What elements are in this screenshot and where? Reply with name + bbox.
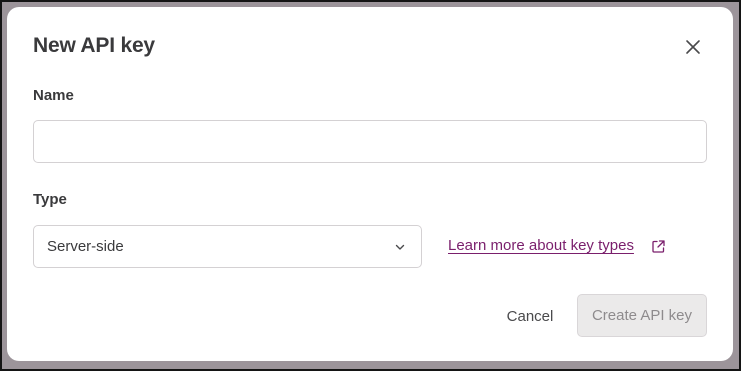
- name-label: Name: [33, 87, 74, 104]
- type-select-value: Server-side: [47, 238, 124, 255]
- dialog-title: New API key: [33, 34, 155, 57]
- new-api-key-dialog: New API key Name Type Server-side Learn …: [7, 7, 733, 361]
- close-button[interactable]: [680, 34, 706, 60]
- type-label: Type: [33, 191, 67, 208]
- name-input[interactable]: [33, 120, 707, 163]
- cancel-button[interactable]: Cancel: [493, 296, 567, 336]
- chevron-down-icon: [393, 240, 407, 254]
- close-icon: [686, 40, 700, 54]
- create-api-key-button[interactable]: Create API key: [577, 294, 707, 337]
- type-select[interactable]: Server-side: [33, 225, 422, 268]
- learn-more-link[interactable]: Learn more about key types: [448, 237, 634, 254]
- external-link-icon[interactable]: [651, 239, 666, 254]
